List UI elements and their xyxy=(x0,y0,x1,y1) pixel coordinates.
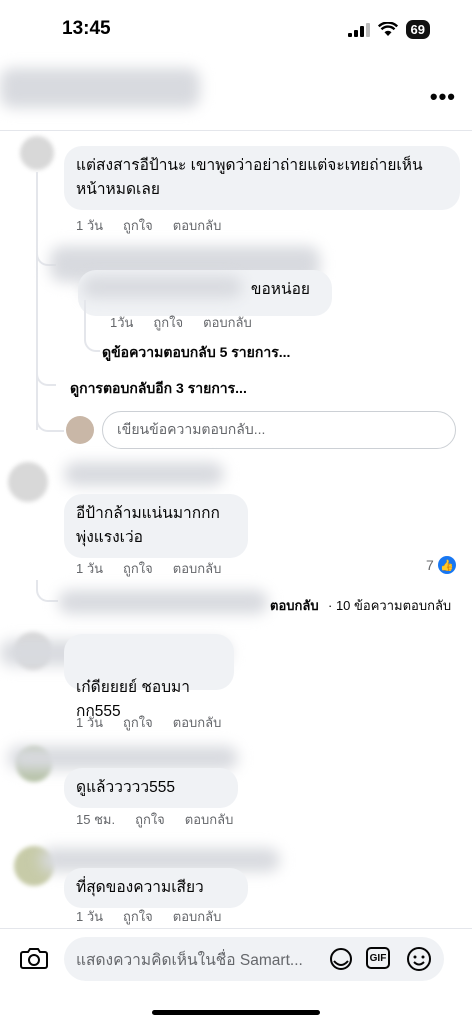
redacted-name xyxy=(0,68,200,108)
like-button[interactable]: ถูกใจ xyxy=(123,558,153,579)
comment-meta: 1 วัน ถูกใจ ตอบกลับ xyxy=(76,906,221,927)
view-more-nested-replies[interactable]: ดูข้อความตอบกลับ 5 รายการ... xyxy=(102,342,290,364)
comment-meta: 1 วัน ถูกใจ ตอบกลับ xyxy=(76,712,221,733)
post-header xyxy=(0,60,472,131)
like-button[interactable]: ถูกใจ xyxy=(123,906,153,927)
like-button[interactable]: ถูกใจ xyxy=(123,712,153,733)
comment-meta: 1 วัน ถูกใจ ตอบกลับ xyxy=(76,558,221,579)
thread-line xyxy=(36,400,64,432)
comment-time: 1 วัน xyxy=(76,909,104,924)
like-button[interactable]: ถูกใจ xyxy=(153,312,183,333)
comment-text: ที่สุดของความเสียว xyxy=(76,879,204,896)
camera-icon[interactable] xyxy=(20,945,48,971)
more-options-icon[interactable]: ••• xyxy=(430,84,456,110)
reply-input[interactable]: เขียนข้อความตอบกลับ... xyxy=(102,411,456,449)
like-button[interactable]: ถูกใจ xyxy=(123,215,153,236)
like-button[interactable]: ถูกใจ xyxy=(135,809,165,830)
gif-icon[interactable]: GIF xyxy=(366,947,390,969)
reply-button[interactable]: ตอบกลับ xyxy=(173,712,222,733)
comment-text: ดูแล้ววววว555 xyxy=(76,779,175,796)
like-icon: 👍 xyxy=(437,556,456,574)
thread-line xyxy=(36,172,38,430)
signal-icon xyxy=(347,22,370,37)
reply-meta: 1วัน ถูกใจ ตอบกลับ xyxy=(110,312,252,333)
collapsed-thread-count[interactable]: · 10 ข้อความตอบกลับ xyxy=(328,595,451,616)
status-icons: 69 xyxy=(347,20,430,39)
user-avatar[interactable] xyxy=(66,416,94,444)
collapsed-thread-prefix[interactable]: ตอบกลับ xyxy=(270,595,319,616)
comment-text: หน้าหมดเลย xyxy=(76,181,160,198)
avatar-sticker-icon[interactable] xyxy=(328,946,354,972)
comment-bubble[interactable]: ที่สุดของความเสียว xyxy=(64,868,248,908)
comment-meta: 1 วัน ถูกใจ ตอบกลับ xyxy=(76,215,221,236)
reply-text: ขอหน่อย xyxy=(250,281,310,298)
comment-bubble[interactable]: แต่สงสารอีป้านะ เขาพูดว่าอย่าถ่ายแต่จะเท… xyxy=(64,146,460,210)
like-count: 7 👍 xyxy=(426,556,456,574)
redacted-name xyxy=(82,276,242,298)
comment-time: 1 วัน xyxy=(76,561,104,576)
home-indicator xyxy=(152,1010,320,1015)
status-time: 13:45 xyxy=(62,18,111,39)
view-more-replies[interactable]: ดูการตอบกลับอีก 3 รายการ... xyxy=(70,378,247,400)
redacted-avatar xyxy=(58,590,268,614)
reply-time: 1วัน xyxy=(110,315,134,330)
thread-line xyxy=(36,360,56,386)
reply-button[interactable]: ตอบกลับ xyxy=(185,809,234,830)
comment-input-placeholder: แสดงความคิดเห็นในชื่อ Samart... xyxy=(76,951,303,969)
comment-time: 15 ชม. xyxy=(76,812,116,827)
battery-indicator: 69 xyxy=(405,20,430,39)
avatar[interactable] xyxy=(20,136,54,170)
comment-text: พุ่งแรงเว่อ xyxy=(76,529,143,546)
reply-button[interactable]: ตอบกลับ xyxy=(203,312,252,333)
reply-button[interactable]: ตอบกลับ xyxy=(173,215,222,236)
redacted-name xyxy=(8,746,238,770)
comment-text: อีป้ากล้ามแน่นมากกก xyxy=(76,505,220,522)
comment-bubble[interactable]: ดูแล้ววววว555 xyxy=(64,768,238,808)
emoji-icon[interactable] xyxy=(406,946,432,972)
comment-time: 1 วัน xyxy=(76,715,104,730)
thread-line xyxy=(36,580,58,602)
comment-text: แต่สงสารอีป้านะ เขาพูดว่าอย่าถ่ายแต่จะเท… xyxy=(76,157,423,174)
reply-button[interactable]: ตอบกลับ xyxy=(173,906,222,927)
comment-bubble[interactable]: อีป้ากล้ามแน่นมากกก พุ่งแรงเว่อ xyxy=(64,494,248,558)
comment-time: 1 วัน xyxy=(76,218,104,233)
comment-meta: 15 ชม. ถูกใจ ตอบกลับ xyxy=(76,809,233,830)
wifi-icon xyxy=(377,22,398,36)
like-count-number: 7 xyxy=(426,557,434,573)
thread-line xyxy=(84,300,100,352)
reply-button[interactable]: ตอบกลับ xyxy=(173,558,222,579)
reply-bubble[interactable]: ขอหน่อย xyxy=(78,270,332,316)
comment-bubble[interactable]: เก๋ดียยยย์ ชอบมากก555 xyxy=(64,634,234,720)
avatar[interactable] xyxy=(8,462,48,502)
reply-input-placeholder: เขียนข้อความตอบกลับ... xyxy=(117,421,266,437)
redacted-name xyxy=(64,462,224,486)
